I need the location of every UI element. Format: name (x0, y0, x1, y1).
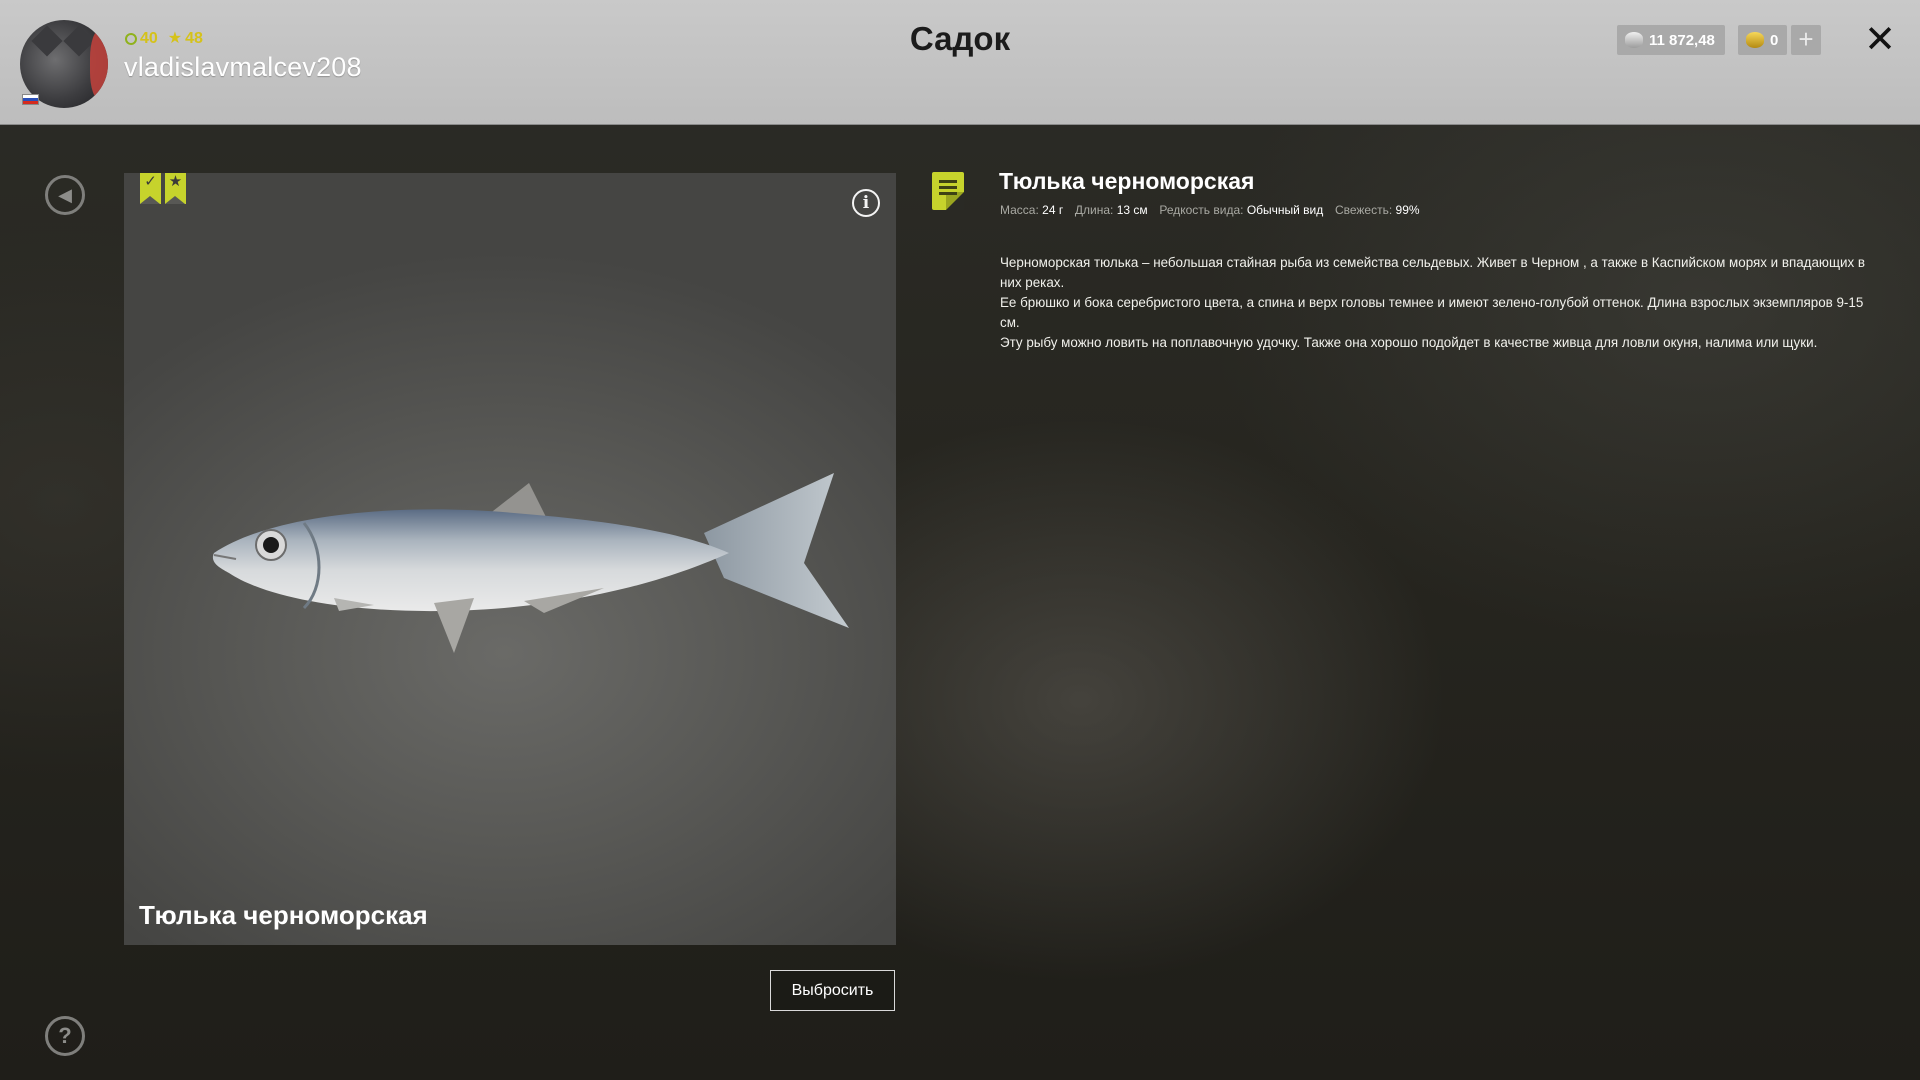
back-icon[interactable]: ◀ (45, 175, 85, 215)
help-icon[interactable]: ? (45, 1016, 85, 1056)
star-badge-icon: ★ (165, 173, 186, 204)
gold-value: 0 (1770, 31, 1779, 49)
rarity-value: Обычный вид (1246, 203, 1324, 217)
discard-button[interactable]: Выбросить (770, 970, 895, 1011)
freshness-value: 99% (1395, 203, 1420, 217)
fish-description: Черноморская тюлька – небольшая стайная … (1000, 253, 1870, 353)
length-label: Длина: (1074, 203, 1114, 217)
mass-value: 24 г (1042, 203, 1064, 217)
gold-balance: 0 (1738, 25, 1787, 55)
russia-flag-icon (22, 94, 39, 105)
silver-value: 11 872,48 (1649, 31, 1715, 49)
rarity-label: Редкость вида: (1159, 203, 1244, 217)
fish-title: Тюлька черноморская (999, 168, 1255, 194)
add-gold-button[interactable]: + (1791, 25, 1821, 55)
info-icon[interactable]: i (852, 189, 880, 217)
card-fish-name: Тюлька черноморская (139, 900, 428, 930)
description-paragraph: Ее брюшко и бока серебристого цвета, а с… (1000, 295, 1864, 330)
description-paragraph: Черноморская тюлька – небольшая стайная … (1000, 255, 1866, 290)
mass-label: Масса: (1000, 203, 1039, 217)
description-paragraph: Эту рыбу можно ловить на поплавочную удо… (1000, 335, 1818, 350)
fish-image (212, 473, 849, 653)
gold-coin-icon (1746, 32, 1764, 48)
fish-meta: Масса: 24 г Длина: 13 см Редкость вида: … (1000, 203, 1420, 217)
check-badge-icon: ✓ (140, 173, 161, 204)
freshness-label: Свежесть: (1334, 203, 1393, 217)
length-value: 13 см (1116, 203, 1148, 217)
silver-balance: 11 872,48 (1617, 25, 1725, 55)
fish-card: ✓ ★ i Тюлька черноморская (124, 173, 896, 945)
close-button[interactable]: ✕ (1862, 21, 1898, 59)
document-icon (932, 172, 964, 210)
silver-coin-icon (1625, 32, 1643, 48)
top-bar: 40 ★ 48 vladislavmalcev208 Садок 11 872,… (0, 0, 1920, 125)
